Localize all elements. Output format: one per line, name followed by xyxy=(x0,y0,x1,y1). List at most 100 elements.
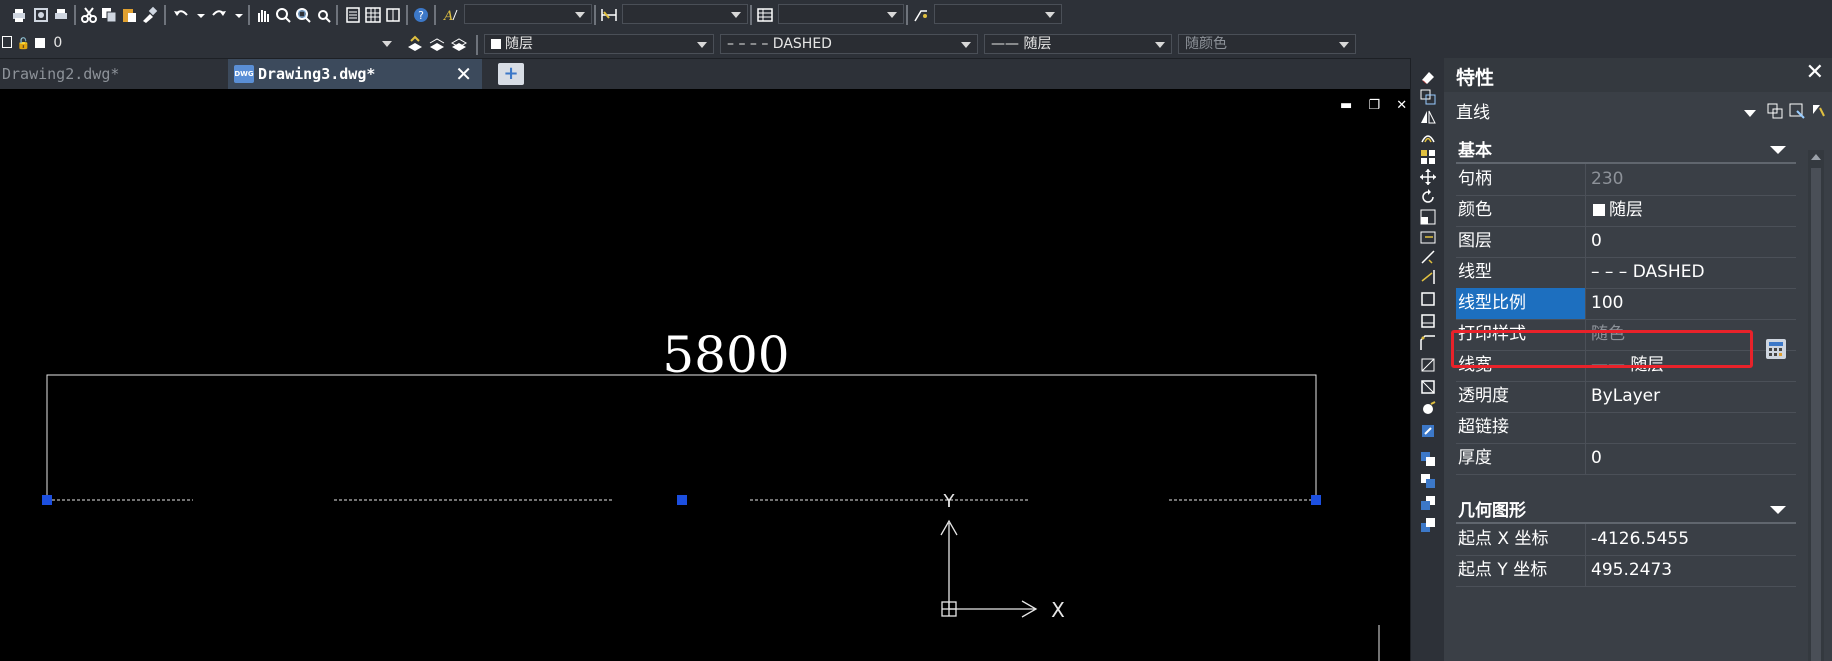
plot-style-value: 随颜色 xyxy=(1185,36,1227,52)
zoom-realtime-icon[interactable] xyxy=(274,6,292,24)
prop-value[interactable]: 0 xyxy=(1587,226,1796,257)
match-properties-icon[interactable] xyxy=(140,6,158,24)
prop-row-thickness[interactable]: 厚度 0 xyxy=(1456,443,1796,475)
prop-row-layer[interactable]: 图层 0 xyxy=(1456,226,1796,258)
cut-icon[interactable] xyxy=(80,6,98,24)
toolbar-separator xyxy=(336,5,338,25)
make-current-layer-icon[interactable] xyxy=(406,35,424,53)
viewport-window-controls[interactable]: ▬ ❐ ✕ xyxy=(1340,98,1413,113)
scroll-up-icon[interactable] xyxy=(1811,154,1821,160)
print-icon[interactable] xyxy=(10,6,28,24)
rotate-icon[interactable] xyxy=(1419,188,1437,206)
offset-icon[interactable] xyxy=(1419,128,1437,146)
properties-icon[interactable] xyxy=(344,6,362,24)
highlight-annotation xyxy=(1451,330,1753,368)
color-control-select[interactable]: 随层 xyxy=(484,34,714,54)
tool-palettes-icon[interactable] xyxy=(384,6,402,24)
multileader-style-select[interactable] xyxy=(934,4,1062,24)
undo-dropdown-icon[interactable] xyxy=(192,6,205,24)
extend-icon[interactable] xyxy=(1419,268,1437,286)
lineweight-control-select[interactable]: —— 随层 xyxy=(984,34,1172,54)
chevron-down-icon xyxy=(1744,110,1756,117)
prop-row-linetype-scale[interactable]: 线型比例 100 xyxy=(1456,288,1796,320)
print-preview-icon[interactable] xyxy=(32,6,50,24)
new-tab-button[interactable]: + xyxy=(498,63,524,85)
section-geometry[interactable]: 几何图形 xyxy=(1456,494,1796,524)
scale-icon[interactable] xyxy=(1419,208,1437,226)
redo-icon[interactable] xyxy=(210,6,228,24)
table-style-select[interactable] xyxy=(778,4,904,24)
fillet-icon[interactable] xyxy=(1419,356,1437,374)
quick-calc-button[interactable] xyxy=(1765,338,1787,360)
layer-select[interactable]: 🔓 0 xyxy=(0,34,400,54)
redo-dropdown-icon[interactable] xyxy=(230,6,243,24)
stretch-icon[interactable] xyxy=(1419,228,1437,246)
paste-icon[interactable] xyxy=(120,6,138,24)
prop-value[interactable]: -4126.5455 xyxy=(1587,524,1796,555)
prop-value[interactable]: 0 xyxy=(1587,443,1796,474)
object-type-select[interactable]: 直线 xyxy=(1456,100,1756,126)
lineweight-value: —— 随层 xyxy=(991,36,1052,52)
grip-start[interactable] xyxy=(42,495,52,505)
bring-above-icon[interactable] xyxy=(1419,516,1437,534)
properties-scrollbar[interactable] xyxy=(1808,150,1824,661)
tab-drawing2[interactable]: Drawing2.dwg* xyxy=(0,59,228,89)
chamfer-icon[interactable] xyxy=(1419,334,1437,352)
prop-row-linetype[interactable]: 线型 – – – DASHED xyxy=(1456,257,1796,289)
array-icon[interactable] xyxy=(1419,148,1437,166)
publish-icon[interactable] xyxy=(52,6,70,24)
prop-row-color[interactable]: 颜色 随层 xyxy=(1456,195,1796,227)
close-icon[interactable]: ✕ xyxy=(455,59,472,89)
grip-mid[interactable] xyxy=(677,495,687,505)
zoom-previous-icon[interactable] xyxy=(314,6,332,24)
send-to-back-icon[interactable] xyxy=(1419,494,1437,512)
layer-color-swatch xyxy=(34,38,45,48)
join-icon[interactable] xyxy=(1419,312,1437,330)
copy-icon[interactable] xyxy=(100,6,118,24)
draw-order-icon[interactable] xyxy=(1419,450,1437,468)
layer-previous-icon[interactable] xyxy=(428,35,446,53)
move-icon[interactable] xyxy=(1419,168,1437,186)
undo-icon[interactable] xyxy=(172,6,190,24)
text-style-select[interactable] xyxy=(464,4,592,24)
mirror-icon[interactable] xyxy=(1419,108,1437,126)
quick-select-icon[interactable] xyxy=(1810,102,1828,120)
grip-end[interactable] xyxy=(1311,495,1321,505)
close-icon[interactable]: ✕ xyxy=(1806,60,1824,85)
prop-row-start-y[interactable]: 起点 Y 坐标 495.2473 xyxy=(1456,555,1796,587)
calculator-icon xyxy=(1766,339,1786,359)
prop-value[interactable]: – – – DASHED xyxy=(1587,257,1796,288)
break-icon[interactable] xyxy=(1419,290,1437,308)
design-center-icon[interactable] xyxy=(364,6,382,24)
prop-value[interactable]: 495.2473 xyxy=(1587,555,1796,586)
drawing-canvas[interactable]: 5800 Y X xyxy=(0,89,1408,661)
block-edit-icon[interactable] xyxy=(1419,422,1437,440)
section-basic[interactable]: 基本 xyxy=(1456,134,1796,164)
plot-style-control-select[interactable]: 随颜色 xyxy=(1178,34,1356,54)
plus-icon: + xyxy=(503,63,519,84)
edit-polyline-icon[interactable] xyxy=(1419,400,1437,418)
prop-value[interactable] xyxy=(1587,412,1796,443)
prop-row-hyperlink[interactable]: 超链接 xyxy=(1456,412,1796,444)
toggle-pickadd-icon[interactable] xyxy=(1766,102,1784,120)
layer-manager-icon[interactable] xyxy=(450,35,468,53)
select-objects-icon[interactable] xyxy=(1788,102,1806,120)
dimension-style-select[interactable] xyxy=(622,4,748,24)
explode-icon[interactable] xyxy=(1419,378,1437,396)
linetype-control-select[interactable]: – – – – DASHED xyxy=(720,34,978,54)
pan-icon[interactable] xyxy=(254,6,272,24)
help-icon[interactable]: ? xyxy=(412,6,430,24)
tab-drawing3[interactable]: DWG Drawing3.dwg* ✕ xyxy=(228,59,482,89)
linetype-scale-input[interactable]: 100 xyxy=(1587,288,1796,319)
zoom-window-icon[interactable] xyxy=(294,6,312,24)
standard-toolbar: ? A xyxy=(0,0,1832,31)
erase-icon[interactable] xyxy=(1419,68,1437,86)
copy-object-icon[interactable] xyxy=(1419,88,1437,106)
bring-to-front-icon[interactable] xyxy=(1419,472,1437,490)
trim-icon[interactable] xyxy=(1419,248,1437,266)
prop-row-transparency[interactable]: 透明度 ByLayer xyxy=(1456,381,1796,413)
prop-value[interactable]: ByLayer xyxy=(1587,381,1796,412)
prop-row-start-x[interactable]: 起点 X 坐标 -4126.5455 xyxy=(1456,524,1796,556)
scrollbar-thumb[interactable] xyxy=(1811,168,1821,661)
prop-value[interactable]: 随层 xyxy=(1587,195,1796,226)
